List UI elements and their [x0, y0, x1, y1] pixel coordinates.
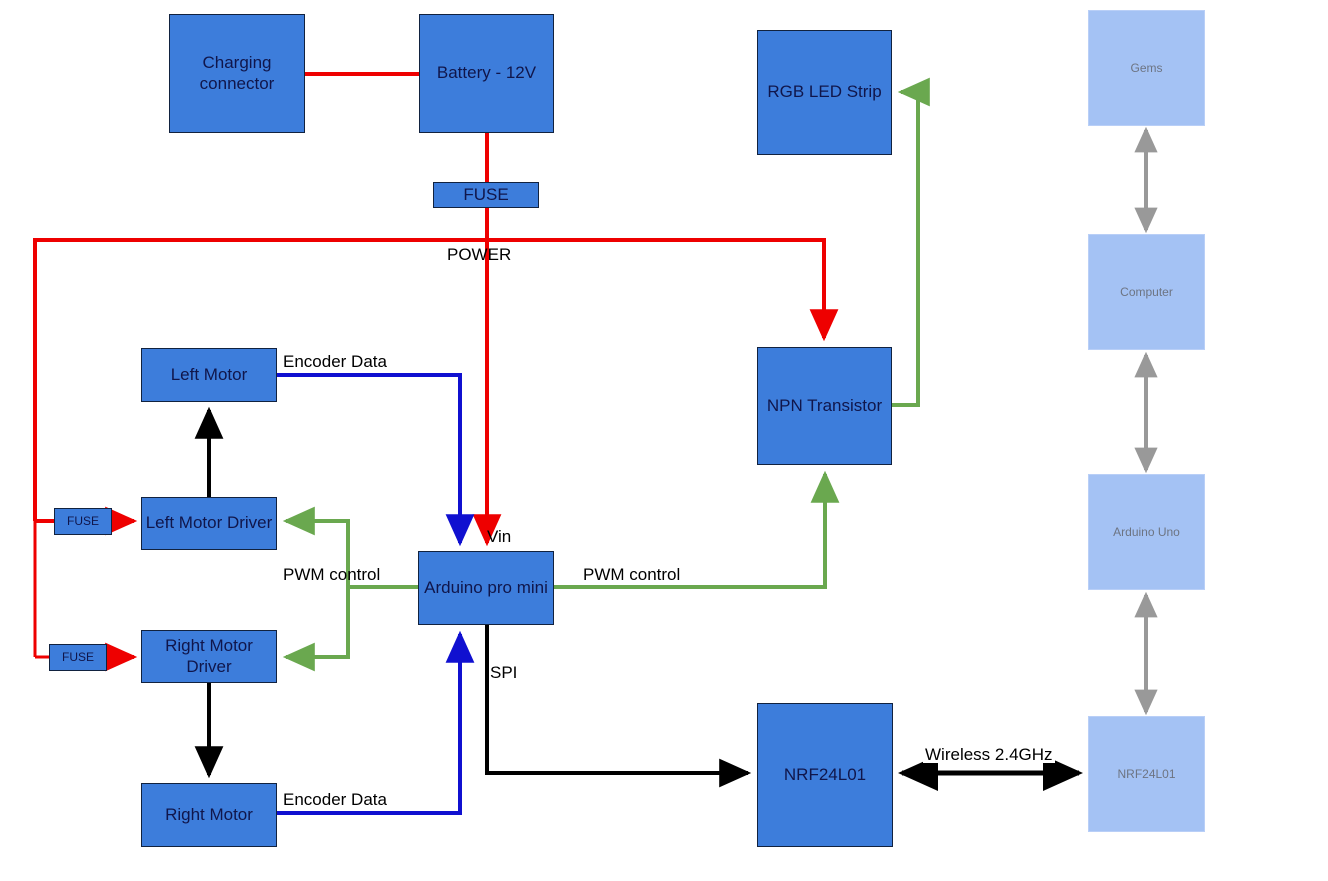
node-label: Left Motor Driver	[145, 513, 273, 533]
node-computer[interactable]: Computer	[1088, 234, 1205, 350]
node-label: NRF24L01	[1117, 766, 1176, 781]
node-left-motor[interactable]: Left Motor	[141, 348, 277, 402]
node-rgb-led-strip[interactable]: RGB LED Strip	[757, 30, 892, 155]
node-gems[interactable]: Gems	[1088, 10, 1205, 126]
edge-label-wireless: Wireless 2.4GHz	[923, 745, 1055, 764]
wire-arduino-spi-to-nrf	[485, 625, 752, 788]
node-label: RGB LED Strip	[767, 82, 882, 102]
node-label: Computer	[1120, 284, 1173, 299]
wire-arduino-pwm-to-drivers	[282, 506, 418, 672]
node-label: NPN Transistor	[766, 395, 883, 415]
edge-label-encoder-right: Encoder Data	[283, 790, 387, 809]
wire-right-encoder-to-arduino	[277, 630, 475, 815]
node-label: Arduino Uno	[1113, 524, 1180, 539]
node-label: Right Motor	[165, 804, 253, 824]
node-label: Left Motor	[170, 364, 248, 384]
edge-label-vin: Vin	[487, 527, 512, 546]
node-label: FUSE	[61, 650, 94, 665]
node-nrf24l01-robot[interactable]: NRF24L01	[757, 703, 893, 847]
wire-npn-to-rgb-strip	[892, 77, 930, 407]
node-label: FUSE	[66, 514, 99, 529]
edge-label-encoder-left: Encoder Data	[283, 352, 387, 371]
node-arduino-uno[interactable]: Arduino Uno	[1088, 474, 1205, 590]
node-fuse-left[interactable]: FUSE	[54, 508, 112, 535]
wire-left-encoder-to-arduino	[277, 373, 475, 547]
node-left-motor-driver[interactable]: Left Motor Driver	[141, 497, 277, 550]
node-right-motor[interactable]: Right Motor	[141, 783, 277, 847]
node-charging-connector[interactable]: Charging connector	[169, 14, 305, 133]
node-label: FUSE	[463, 184, 509, 204]
node-arduino-pro-mini[interactable]: Arduino pro mini	[418, 551, 554, 625]
wire-power-left-rail	[33, 240, 55, 659]
node-npn-transistor[interactable]: NPN Transistor	[757, 347, 892, 465]
edge-label-power: POWER	[447, 245, 512, 264]
node-label: Battery - 12V	[436, 63, 537, 83]
node-fuse-right[interactable]: FUSE	[49, 644, 107, 671]
edge-label-pwm-right: PWM control	[583, 565, 681, 584]
node-right-motor-driver[interactable]: Right Motor Driver	[141, 630, 277, 683]
block-diagram-canvas: Charging connector Battery - 12V FUSE RG…	[0, 0, 1328, 881]
node-fuse-main[interactable]: FUSE	[433, 182, 539, 208]
node-label: Arduino pro mini	[424, 577, 548, 597]
node-battery[interactable]: Battery - 12V	[419, 14, 554, 133]
node-label: Charging connector	[199, 53, 275, 93]
node-label: Right Motor Driver	[165, 636, 253, 676]
edge-label-spi: SPI	[490, 663, 518, 682]
node-nrf24l01-base[interactable]: NRF24L01	[1088, 716, 1205, 832]
node-label: Gems	[1130, 60, 1163, 75]
node-label: NRF24L01	[783, 764, 867, 784]
edge-label-pwm-left: PWM control	[283, 565, 381, 584]
